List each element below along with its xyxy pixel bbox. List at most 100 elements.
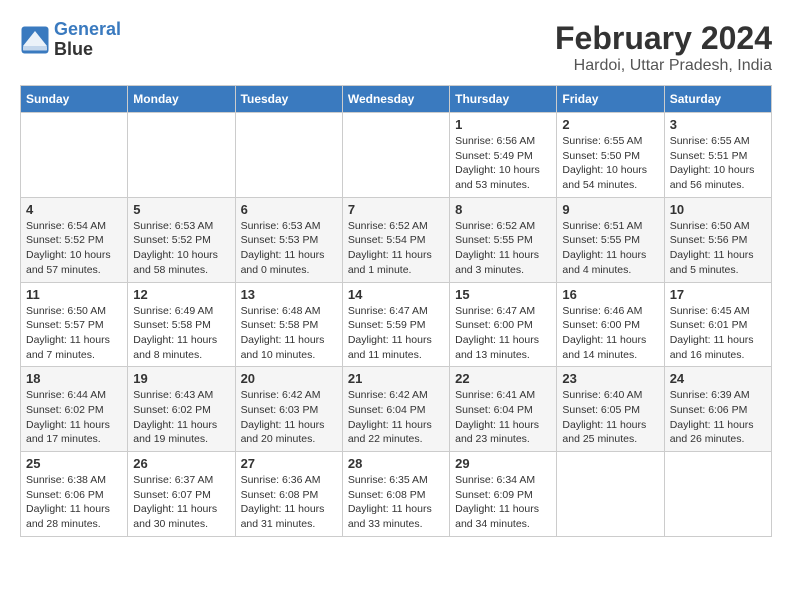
day-number: 27 (241, 456, 337, 471)
day-number: 5 (133, 202, 229, 217)
day-info: Sunrise: 6:47 AM Sunset: 5:59 PM Dayligh… (348, 304, 444, 363)
weekday-header-saturday: Saturday (664, 86, 771, 113)
calendar-cell: 17Sunrise: 6:45 AM Sunset: 6:01 PM Dayli… (664, 282, 771, 367)
day-info: Sunrise: 6:36 AM Sunset: 6:08 PM Dayligh… (241, 473, 337, 532)
weekday-header-friday: Friday (557, 86, 664, 113)
calendar-cell: 24Sunrise: 6:39 AM Sunset: 6:06 PM Dayli… (664, 367, 771, 452)
calendar-cell: 9 Sunrise: 6:51 AM Sunset: 5:55 PM Daylig… (557, 197, 664, 282)
day-info: Sunrise: 6:47 AM Sunset: 6:00 PM Dayligh… (455, 304, 551, 363)
day-info: Sunrise: 6:48 AM Sunset: 5:58 PM Dayligh… (241, 304, 337, 363)
calendar-cell: 19 Sunrise: 6:43 AM Sunset: 6:02 PM Dayli… (128, 367, 235, 452)
calendar-cell: 14 Sunrise: 6:47 AM Sunset: 5:59 PM Dayli… (342, 282, 449, 367)
calendar-cell: 13 Sunrise: 6:48 AM Sunset: 5:58 PM Dayli… (235, 282, 342, 367)
day-number: 22 (455, 371, 551, 386)
calendar-table: SundayMondayTuesdayWednesdayThursdayFrid… (20, 85, 772, 537)
calendar-week-5: 25 Sunrise: 6:38 AM Sunset: 6:06 PM Dayli… (21, 452, 772, 537)
calendar-cell (557, 452, 664, 537)
location-subtitle: Hardoi, Uttar Pradesh, India (555, 57, 772, 75)
day-number: 24 (670, 371, 766, 386)
day-number: 21 (348, 371, 444, 386)
calendar-week-3: 11 Sunrise: 6:50 AM Sunset: 5:57 PM Dayli… (21, 282, 772, 367)
calendar-cell (664, 452, 771, 537)
calendar-cell: 3 Sunrise: 6:55 AM Sunset: 5:51 PM Daylig… (664, 113, 771, 198)
day-number: 18 (26, 371, 122, 386)
day-number: 20 (241, 371, 337, 386)
logo-icon (20, 25, 50, 55)
day-info: Sunrise: 6:42 AM Sunset: 6:03 PM Dayligh… (241, 388, 337, 447)
day-info: Sunrise: 6:50 AM Sunset: 5:56 PM Dayligh… (670, 219, 766, 278)
day-number: 12 (133, 287, 229, 302)
weekday-header-tuesday: Tuesday (235, 86, 342, 113)
weekday-header-monday: Monday (128, 86, 235, 113)
title-area: February 2024 Hardoi, Uttar Pradesh, Ind… (555, 20, 772, 75)
day-number: 11 (26, 287, 122, 302)
calendar-cell: 7 Sunrise: 6:52 AM Sunset: 5:54 PM Daylig… (342, 197, 449, 282)
calendar-cell: 21 Sunrise: 6:42 AM Sunset: 6:04 PM Dayli… (342, 367, 449, 452)
logo-text: General Blue (54, 20, 121, 60)
month-title: February 2024 (555, 20, 772, 57)
day-number: 16 (562, 287, 658, 302)
calendar-cell: 1 Sunrise: 6:56 AM Sunset: 5:49 PM Daylig… (450, 113, 557, 198)
day-number: 9 (562, 202, 658, 217)
day-number: 17 (670, 287, 766, 302)
calendar-cell: 28 Sunrise: 6:35 AM Sunset: 6:08 PM Dayli… (342, 452, 449, 537)
day-number: 6 (241, 202, 337, 217)
calendar-cell: 2Sunrise: 6:55 AM Sunset: 5:50 PM Daylig… (557, 113, 664, 198)
calendar-cell: 5 Sunrise: 6:53 AM Sunset: 5:52 PM Daylig… (128, 197, 235, 282)
calendar-week-1: 1 Sunrise: 6:56 AM Sunset: 5:49 PM Daylig… (21, 113, 772, 198)
calendar-week-2: 4Sunrise: 6:54 AM Sunset: 5:52 PM Daylig… (21, 197, 772, 282)
day-info: Sunrise: 6:53 AM Sunset: 5:53 PM Dayligh… (241, 219, 337, 278)
day-number: 19 (133, 371, 229, 386)
calendar-cell (342, 113, 449, 198)
day-number: 3 (670, 117, 766, 132)
calendar-cell: 23Sunrise: 6:40 AM Sunset: 6:05 PM Dayli… (557, 367, 664, 452)
day-info: Sunrise: 6:56 AM Sunset: 5:49 PM Dayligh… (455, 134, 551, 193)
day-info: Sunrise: 6:46 AM Sunset: 6:00 PM Dayligh… (562, 304, 658, 363)
calendar-week-4: 18 Sunrise: 6:44 AM Sunset: 6:02 PM Dayli… (21, 367, 772, 452)
day-number: 14 (348, 287, 444, 302)
day-info: Sunrise: 6:52 AM Sunset: 5:55 PM Dayligh… (455, 219, 551, 278)
weekday-header-sunday: Sunday (21, 86, 128, 113)
calendar-cell: 8 Sunrise: 6:52 AM Sunset: 5:55 PM Daylig… (450, 197, 557, 282)
day-info: Sunrise: 6:37 AM Sunset: 6:07 PM Dayligh… (133, 473, 229, 532)
calendar-cell: 26 Sunrise: 6:37 AM Sunset: 6:07 PM Dayli… (128, 452, 235, 537)
day-info: Sunrise: 6:43 AM Sunset: 6:02 PM Dayligh… (133, 388, 229, 447)
day-info: Sunrise: 6:41 AM Sunset: 6:04 PM Dayligh… (455, 388, 551, 447)
day-info: Sunrise: 6:44 AM Sunset: 6:02 PM Dayligh… (26, 388, 122, 447)
day-number: 28 (348, 456, 444, 471)
day-number: 1 (455, 117, 551, 132)
day-info: Sunrise: 6:52 AM Sunset: 5:54 PM Dayligh… (348, 219, 444, 278)
day-number: 8 (455, 202, 551, 217)
page-header: General Blue February 2024 Hardoi, Uttar… (20, 20, 772, 75)
day-number: 15 (455, 287, 551, 302)
calendar-cell (128, 113, 235, 198)
calendar-cell (21, 113, 128, 198)
day-info: Sunrise: 6:51 AM Sunset: 5:55 PM Dayligh… (562, 219, 658, 278)
calendar-cell: 29 Sunrise: 6:34 AM Sunset: 6:09 PM Dayli… (450, 452, 557, 537)
day-number: 29 (455, 456, 551, 471)
day-info: Sunrise: 6:34 AM Sunset: 6:09 PM Dayligh… (455, 473, 551, 532)
day-info: Sunrise: 6:55 AM Sunset: 5:51 PM Dayligh… (670, 134, 766, 193)
weekday-header-wednesday: Wednesday (342, 86, 449, 113)
day-number: 13 (241, 287, 337, 302)
day-info: Sunrise: 6:53 AM Sunset: 5:52 PM Dayligh… (133, 219, 229, 278)
day-info: Sunrise: 6:40 AM Sunset: 6:05 PM Dayligh… (562, 388, 658, 447)
calendar-cell: 10 Sunrise: 6:50 AM Sunset: 5:56 PM Dayli… (664, 197, 771, 282)
day-number: 10 (670, 202, 766, 217)
calendar-cell: 6 Sunrise: 6:53 AM Sunset: 5:53 PM Daylig… (235, 197, 342, 282)
day-info: Sunrise: 6:50 AM Sunset: 5:57 PM Dayligh… (26, 304, 122, 363)
day-info: Sunrise: 6:38 AM Sunset: 6:06 PM Dayligh… (26, 473, 122, 532)
day-number: 7 (348, 202, 444, 217)
day-info: Sunrise: 6:35 AM Sunset: 6:08 PM Dayligh… (348, 473, 444, 532)
calendar-cell: 15 Sunrise: 6:47 AM Sunset: 6:00 PM Dayli… (450, 282, 557, 367)
day-number: 26 (133, 456, 229, 471)
day-info: Sunrise: 6:42 AM Sunset: 6:04 PM Dayligh… (348, 388, 444, 447)
day-number: 25 (26, 456, 122, 471)
day-number: 4 (26, 202, 122, 217)
calendar-cell (235, 113, 342, 198)
day-number: 2 (562, 117, 658, 132)
calendar-cell: 18 Sunrise: 6:44 AM Sunset: 6:02 PM Dayli… (21, 367, 128, 452)
calendar-cell: 12Sunrise: 6:49 AM Sunset: 5:58 PM Dayli… (128, 282, 235, 367)
weekday-header-thursday: Thursday (450, 86, 557, 113)
calendar-cell: 16 Sunrise: 6:46 AM Sunset: 6:00 PM Dayli… (557, 282, 664, 367)
